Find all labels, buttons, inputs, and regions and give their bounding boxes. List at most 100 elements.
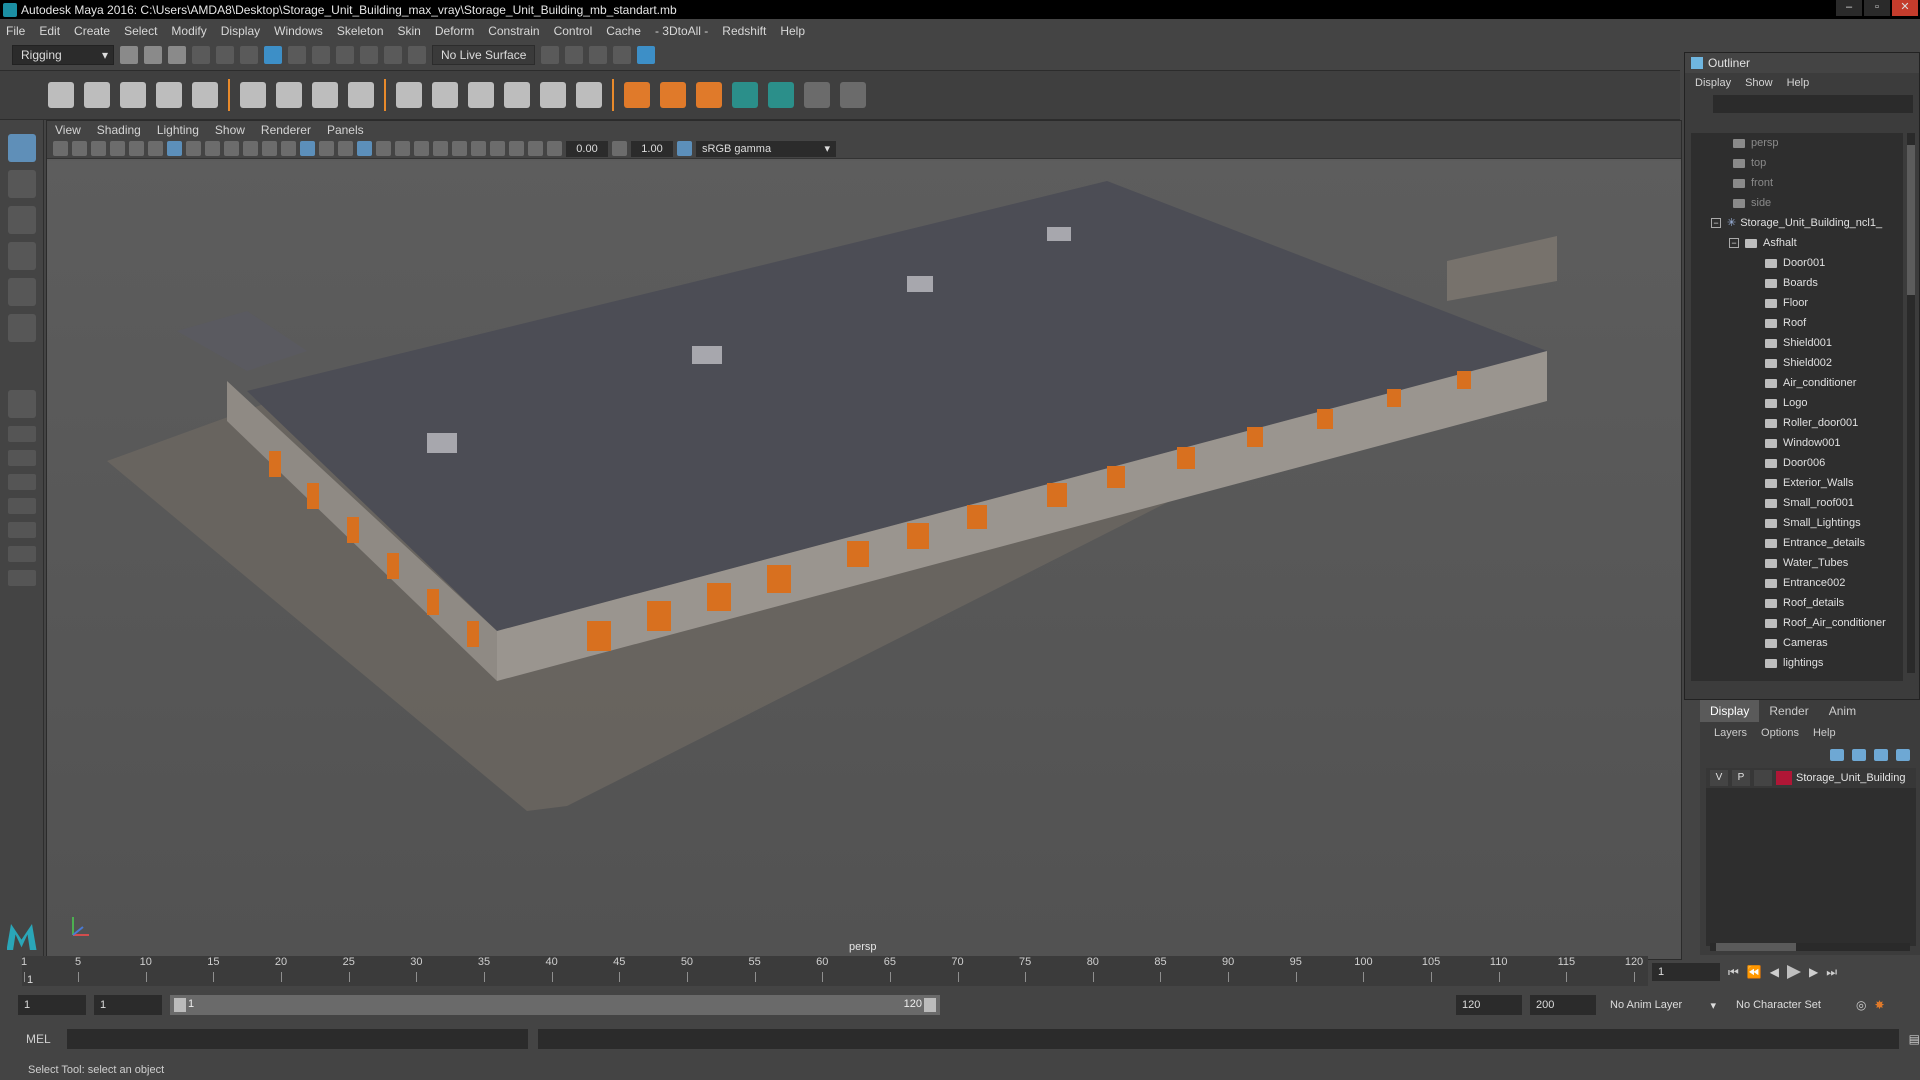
new-layer-selected-icon[interactable] [1896, 749, 1910, 761]
exposure-icon[interactable] [547, 141, 562, 156]
select-tool-icon[interactable] [7, 134, 36, 162]
color-management-icon[interactable] [677, 141, 692, 156]
rotate-tool-icon[interactable] [7, 278, 36, 306]
gamma-field[interactable]: 1.00 [631, 140, 673, 157]
tree-item-mesh[interactable]: Door001 [1691, 253, 1903, 273]
tree-item-mesh[interactable]: Roller_door001 [1691, 413, 1903, 433]
paint-select-icon[interactable] [7, 206, 36, 234]
resolution-gate-icon[interactable] [205, 141, 220, 156]
menu-select[interactable]: Select [124, 24, 157, 38]
use-all-lights-icon[interactable] [357, 141, 372, 156]
menu-create[interactable]: Create [74, 24, 110, 38]
menu-set-dropdown[interactable]: Rigging ▾ [12, 45, 114, 65]
range-start-handle[interactable] [174, 998, 186, 1012]
xray-icon[interactable] [490, 141, 505, 156]
tree-item-mesh[interactable]: Window001 [1691, 433, 1903, 453]
current-frame-field[interactable]: 1 [1652, 963, 1720, 981]
outliner-search-input[interactable] [1713, 95, 1913, 113]
motion-blur-icon[interactable] [414, 141, 429, 156]
tree-item-camera[interactable]: top [1691, 153, 1903, 173]
range-slider[interactable]: 1 120 [170, 995, 940, 1015]
command-language-label[interactable]: MEL [26, 1032, 51, 1046]
depth-of-field-icon[interactable] [452, 141, 467, 156]
snap-grid-icon[interactable] [312, 46, 330, 64]
layout-hypershade-icon[interactable] [7, 522, 36, 538]
ik-handle-icon[interactable] [120, 82, 146, 108]
scrollbar-thumb[interactable] [1716, 943, 1796, 951]
animation-end-field[interactable]: 200 [1530, 995, 1596, 1015]
insert-joint-icon[interactable] [84, 82, 110, 108]
film-gate-icon[interactable] [186, 141, 201, 156]
menu-edit[interactable]: Edit [39, 24, 60, 38]
tree-item-mesh[interactable]: Boards [1691, 273, 1903, 293]
tree-item-camera[interactable]: side [1691, 193, 1903, 213]
aim-constraint-icon[interactable] [540, 82, 566, 108]
menu-3dtoall[interactable]: - 3DtoAll - [655, 24, 708, 38]
auto-key-icon[interactable]: ◎ [1856, 998, 1866, 1012]
smooth-bind-icon[interactable] [240, 82, 266, 108]
step-forward-frame-icon[interactable]: ▶ [1809, 965, 1818, 979]
point-constraint-icon[interactable] [432, 82, 458, 108]
xray-joints-icon[interactable] [509, 141, 524, 156]
tree-item-mesh[interactable]: Entrance_details [1691, 533, 1903, 553]
exposure-field[interactable]: 0.00 [566, 140, 608, 157]
mirror-joint-icon[interactable] [660, 82, 686, 108]
tab-render[interactable]: Render [1759, 700, 1818, 722]
layer-scrollbar[interactable] [1710, 943, 1910, 951]
command-input[interactable] [66, 1029, 528, 1049]
tree-item-camera[interactable]: persp [1691, 133, 1903, 153]
step-back-frame-icon[interactable]: ◀ [1770, 965, 1779, 979]
snap-live-icon[interactable] [408, 46, 426, 64]
layout-four-icon[interactable] [7, 426, 36, 442]
layer-menu-layers[interactable]: Layers [1714, 727, 1747, 739]
layout-graph-icon[interactable] [7, 498, 36, 514]
move-tool-icon[interactable] [7, 242, 36, 270]
viewport-menu-panels[interactable]: Panels [327, 123, 364, 137]
tree-item-mesh[interactable]: Shield002 [1691, 353, 1903, 373]
antialiasing-icon[interactable] [433, 141, 448, 156]
locator-icon[interactable] [624, 82, 650, 108]
connection-editor-icon[interactable] [804, 82, 830, 108]
new-scene-icon[interactable] [120, 46, 138, 64]
tree-item-mesh[interactable]: Water_Tubes [1691, 553, 1903, 573]
isolate-select-icon[interactable] [471, 141, 486, 156]
tree-item-root[interactable]: − ✳ Storage_Unit_Building_ncl1_ [1691, 213, 1903, 233]
layer-color-swatch[interactable] [1776, 771, 1792, 785]
playback-end-field[interactable]: 120 [1456, 995, 1522, 1015]
script-editor-icon[interactable]: ▤ [1909, 1032, 1920, 1046]
animation-start-field[interactable]: 1 [18, 995, 86, 1015]
menu-deform[interactable]: Deform [435, 24, 474, 38]
default-material-icon[interactable] [319, 141, 334, 156]
outliner-menu-display[interactable]: Display [1695, 77, 1731, 89]
tree-item-mesh[interactable]: Roof_details [1691, 593, 1903, 613]
menu-windows[interactable]: Windows [274, 24, 323, 38]
render-frame-icon[interactable] [565, 46, 584, 64]
render-settings-icon[interactable] [613, 46, 632, 64]
orient-joint-icon[interactable] [696, 82, 722, 108]
viewport-menu-shading[interactable]: Shading [97, 123, 141, 137]
menu-modify[interactable]: Modify [171, 24, 206, 38]
tree-item-mesh[interactable]: Entrance002 [1691, 573, 1903, 593]
smooth-shade-icon[interactable] [300, 141, 315, 156]
go-to-end-icon[interactable]: ⏭ [1826, 965, 1837, 980]
layout-two-icon[interactable] [7, 450, 36, 466]
tree-item-mesh[interactable]: Air_conditioner [1691, 373, 1903, 393]
ik-spline-icon[interactable] [156, 82, 182, 108]
layout-single-icon[interactable] [7, 390, 36, 418]
play-icon[interactable] [1787, 965, 1801, 979]
tree-item-mesh[interactable]: Small_Lightings [1691, 513, 1903, 533]
menu-skeleton[interactable]: Skeleton [337, 24, 384, 38]
redo-icon[interactable] [216, 46, 234, 64]
gamma-icon[interactable] [612, 141, 627, 156]
cluster-icon[interactable] [348, 82, 374, 108]
select-component-icon[interactable] [288, 46, 306, 64]
viewport-menu-lighting[interactable]: Lighting [157, 123, 199, 137]
orient-constraint-icon[interactable] [468, 82, 494, 108]
layout-custom-icon[interactable] [7, 570, 36, 586]
playback-toggle[interactable]: P [1732, 770, 1750, 786]
scale-constraint-icon[interactable] [504, 82, 530, 108]
outliner-menu-show[interactable]: Show [1745, 77, 1773, 89]
save-scene-icon[interactable] [168, 46, 186, 64]
layer-row[interactable]: V P Storage_Unit_Building [1706, 768, 1916, 788]
tree-item-mesh[interactable]: Door006 [1691, 453, 1903, 473]
